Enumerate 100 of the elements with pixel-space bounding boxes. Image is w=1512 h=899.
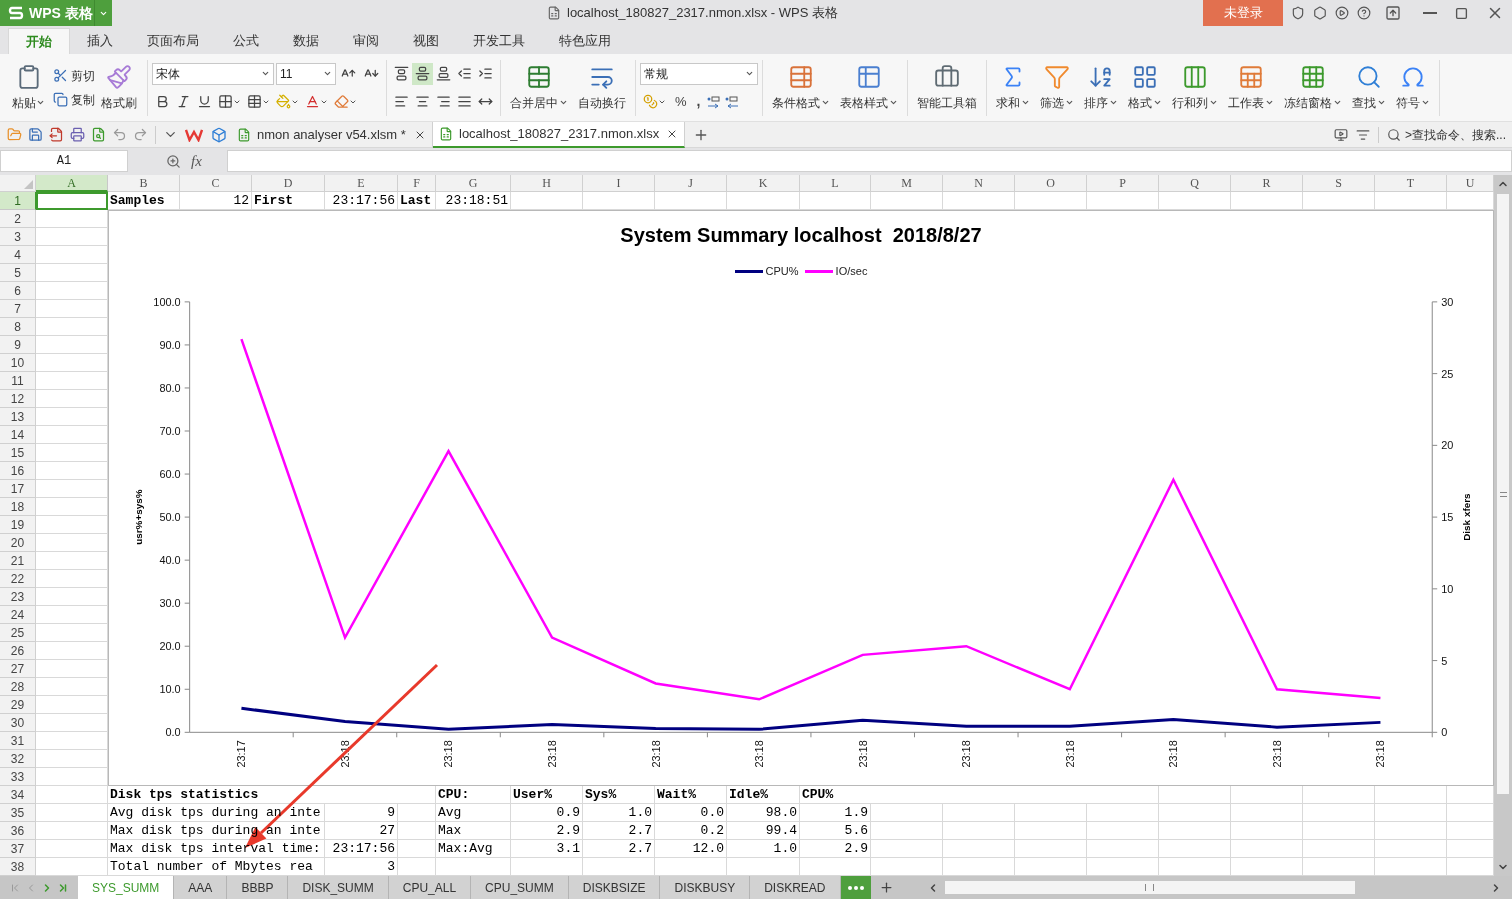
- row-header[interactable]: 15: [0, 444, 36, 462]
- row-header[interactable]: 19: [0, 516, 36, 534]
- column-header[interactable]: N: [943, 175, 1015, 192]
- column-header[interactable]: C: [180, 175, 252, 192]
- row-header[interactable]: 5: [0, 264, 36, 282]
- align-button[interactable]: [412, 62, 433, 85]
- row-header[interactable]: 12: [0, 390, 36, 408]
- row-header[interactable]: 17: [0, 480, 36, 498]
- row-header[interactable]: 16: [0, 462, 36, 480]
- row-header[interactable]: 33: [0, 768, 36, 786]
- row-header[interactable]: 4: [0, 246, 36, 264]
- more-sheets-button[interactable]: [840, 876, 871, 899]
- sheet-tab[interactable]: DISK_SUMM: [288, 876, 389, 899]
- cut-button[interactable]: 剪切: [53, 66, 95, 85]
- row-header[interactable]: 10: [0, 354, 36, 372]
- column-header[interactable]: O: [1015, 175, 1087, 192]
- row-header[interactable]: 29: [0, 696, 36, 714]
- row-header[interactable]: 36: [0, 822, 36, 840]
- row-header[interactable]: 37: [0, 840, 36, 858]
- percent-button[interactable]: %: [671, 91, 691, 112]
- row-header[interactable]: 38: [0, 858, 36, 876]
- font-select[interactable]: 宋体: [152, 62, 274, 85]
- menu-tab[interactable]: 审阅: [336, 28, 396, 54]
- column-header[interactable]: S: [1303, 175, 1375, 192]
- row-header[interactable]: 32: [0, 750, 36, 768]
- function-label[interactable]: fx: [191, 149, 202, 173]
- ribbon-button[interactable]: 格式: [1123, 56, 1167, 119]
- row-header[interactable]: 20: [0, 534, 36, 552]
- column-header[interactable]: A: [36, 175, 108, 192]
- ribbon-button[interactable]: 表格样式: [835, 56, 903, 119]
- sheet-tab[interactable]: DISKBSIZE: [568, 876, 661, 899]
- row-header[interactable]: 34: [0, 786, 36, 804]
- column-header[interactable]: P: [1087, 175, 1159, 192]
- row-header[interactable]: 35: [0, 804, 36, 822]
- row-header[interactable]: 25: [0, 624, 36, 642]
- ribbon-button[interactable]: 工作表: [1223, 56, 1279, 119]
- sheet-tab[interactable]: SYS_SUMM: [78, 876, 175, 899]
- row-header[interactable]: 6: [0, 282, 36, 300]
- column-header[interactable]: J: [655, 175, 727, 192]
- menu-tab[interactable]: 公式: [216, 28, 276, 54]
- menu-tab[interactable]: 开发工具: [456, 28, 542, 54]
- row-header[interactable]: 11: [0, 372, 36, 390]
- column-header[interactable]: T: [1375, 175, 1447, 192]
- ribbon-button[interactable]: 行和列: [1167, 56, 1223, 119]
- formula-input[interactable]: [227, 150, 1512, 172]
- row-header[interactable]: 28: [0, 678, 36, 696]
- column-header[interactable]: U: [1447, 175, 1494, 192]
- paste-button[interactable]: 粘贴: [8, 63, 49, 112]
- ribbon-button[interactable]: 排序: [1079, 56, 1123, 119]
- row-header[interactable]: 1: [0, 192, 36, 210]
- menu-tab[interactable]: 插入: [70, 28, 130, 54]
- row-header[interactable]: 22: [0, 570, 36, 588]
- ribbon-button[interactable]: 条件格式: [767, 56, 835, 119]
- sheet-tab[interactable]: AAA: [174, 876, 228, 899]
- sheet-tab[interactable]: BBBP: [227, 876, 289, 899]
- sheet-tab[interactable]: DISKREAD: [750, 876, 841, 899]
- row-header[interactable]: 13: [0, 408, 36, 426]
- row-header[interactable]: 23: [0, 588, 36, 606]
- ribbon-button[interactable]: 求和: [991, 56, 1035, 119]
- ribbon-button[interactable]: 符号: [1391, 56, 1435, 119]
- column-header[interactable]: L: [800, 175, 871, 192]
- row-header[interactable]: 21: [0, 552, 36, 570]
- column-header[interactable]: H: [511, 175, 583, 192]
- column-header[interactable]: M: [871, 175, 943, 192]
- ribbon-button[interactable]: 查找: [1347, 56, 1391, 119]
- row-header[interactable]: 30: [0, 714, 36, 732]
- ribbon-button[interactable]: 冻结窗格: [1279, 56, 1347, 119]
- scrollbar-thumb[interactable]: [1497, 194, 1509, 794]
- row-header[interactable]: 27: [0, 660, 36, 678]
- column-header[interactable]: Q: [1159, 175, 1231, 192]
- row-header[interactable]: 24: [0, 606, 36, 624]
- row-header[interactable]: 14: [0, 426, 36, 444]
- row-header[interactable]: 31: [0, 732, 36, 750]
- command-search[interactable]: >查找命令、搜索...: [1405, 125, 1506, 144]
- row-header[interactable]: 9: [0, 336, 36, 354]
- menu-tab[interactable]: 页面布局: [130, 28, 216, 54]
- menu-tab[interactable]: 视图: [396, 28, 456, 54]
- ribbon-button[interactable]: 合并居中: [505, 56, 573, 119]
- row-header[interactable]: 26: [0, 642, 36, 660]
- row-header[interactable]: 3: [0, 228, 36, 246]
- scrollbar-thumb[interactable]: [944, 881, 1355, 894]
- column-header[interactable]: I: [583, 175, 655, 192]
- document-tab[interactable]: localhost_180827_2317.nmon.xlsx: [433, 121, 685, 148]
- menu-tab[interactable]: 特色应用: [542, 28, 628, 54]
- column-header[interactable]: D: [252, 175, 325, 192]
- sheet-tab[interactable]: DISKBUSY: [660, 876, 751, 899]
- column-header[interactable]: G: [436, 175, 511, 192]
- ribbon-button[interactable]: 智能工具箱: [912, 56, 982, 119]
- row-header[interactable]: 18: [0, 498, 36, 516]
- row-header[interactable]: 8: [0, 318, 36, 336]
- menu-tab[interactable]: 数据: [276, 28, 336, 54]
- ribbon-button[interactable]: 筛选: [1035, 56, 1079, 119]
- font-size-select[interactable]: 11: [276, 62, 336, 85]
- number-format-select[interactable]: 常规: [640, 62, 758, 85]
- copy-button[interactable]: 复制: [53, 90, 95, 109]
- row-header[interactable]: 7: [0, 300, 36, 318]
- name-box[interactable]: A1: [0, 150, 128, 172]
- ribbon-button[interactable]: 自动换行: [573, 56, 631, 119]
- sheet-tab[interactable]: CPU_ALL: [388, 876, 472, 899]
- column-header[interactable]: K: [727, 175, 800, 192]
